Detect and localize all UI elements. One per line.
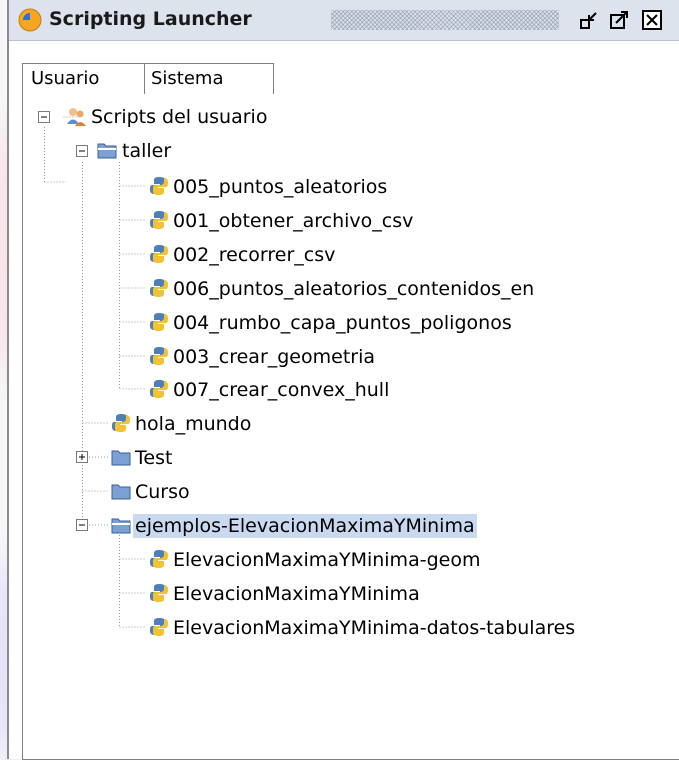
tab-usuario[interactable]: Usuario (22, 63, 145, 94)
tree-node-taller[interactable]: taller (122, 139, 171, 163)
tree-node-curso[interactable]: Curso (135, 480, 190, 504)
tree-node-test[interactable]: Test (135, 446, 172, 470)
python-icon (150, 211, 168, 229)
collapse-root-icon[interactable] (38, 111, 50, 123)
scripts-tree-panel[interactable]: Scripts del usuario taller 005_puntos_al… (22, 94, 679, 760)
collapse-taller-icon[interactable] (76, 145, 88, 157)
python-icon (150, 584, 168, 602)
folder-open-icon (97, 143, 117, 159)
tab-sistema[interactable]: Sistema (143, 63, 274, 94)
scripting-launcher-icon (18, 8, 42, 32)
folder-icon (111, 484, 131, 500)
tree-node-script[interactable]: 006_puntos_aleatorios_contenidos_en (173, 277, 534, 301)
python-icon (150, 380, 168, 398)
tree-node-hola-mundo[interactable]: hola_mundo (135, 412, 251, 436)
collapse-ejemplos-icon[interactable] (76, 519, 88, 531)
tree-node-script[interactable]: 004_rumbo_capa_puntos_poligonos (173, 311, 512, 335)
minimize-icon[interactable] (578, 9, 600, 31)
python-icon (150, 245, 168, 263)
window-title: Scripting Launcher (49, 8, 252, 30)
python-icon (150, 177, 168, 195)
scripting-launcher-window: Scripting Launcher Usuario Sistema Scrip… (7, 0, 679, 760)
tree-node-ejemplos[interactable]: ejemplos-ElevacionMaximaYMinima (133, 514, 477, 538)
python-icon (150, 347, 168, 365)
tree-node-root[interactable]: Scripts del usuario (91, 105, 267, 129)
tree-node-script[interactable]: ElevacionMaximaYMinima (173, 582, 420, 606)
folder-icon (111, 450, 131, 466)
expand-test-icon[interactable] (76, 451, 88, 463)
title-grip[interactable] (331, 10, 559, 30)
close-icon[interactable] (641, 9, 663, 31)
tree-node-script[interactable]: 001_obtener_archivo_csv (173, 209, 413, 233)
title-bar[interactable]: Scripting Launcher (9, 0, 679, 41)
python-icon (150, 618, 168, 636)
python-icon (112, 414, 130, 432)
tab-strip: Usuario Sistema (9, 41, 679, 135)
python-icon (150, 279, 168, 297)
tab-sistema-label: Sistema (151, 68, 224, 89)
tree-node-script[interactable]: 003_crear_geometria (173, 345, 375, 369)
users-icon (67, 108, 86, 126)
maximize-icon[interactable] (608, 9, 630, 31)
tree-node-script[interactable]: 005_puntos_aleatorios (173, 175, 387, 199)
tree-node-script[interactable]: 002_recorrer_csv (173, 243, 335, 267)
tree-node-script[interactable]: ElevacionMaximaYMinima-geom (173, 548, 480, 572)
tree-node-script[interactable]: ElevacionMaximaYMinima-datos-tabulares (173, 616, 575, 640)
python-icon (150, 550, 168, 568)
folder-open-icon (111, 518, 131, 534)
python-icon (150, 313, 168, 331)
tab-usuario-label: Usuario (31, 68, 100, 89)
tree-node-script[interactable]: 007_crear_convex_hull (173, 378, 389, 402)
